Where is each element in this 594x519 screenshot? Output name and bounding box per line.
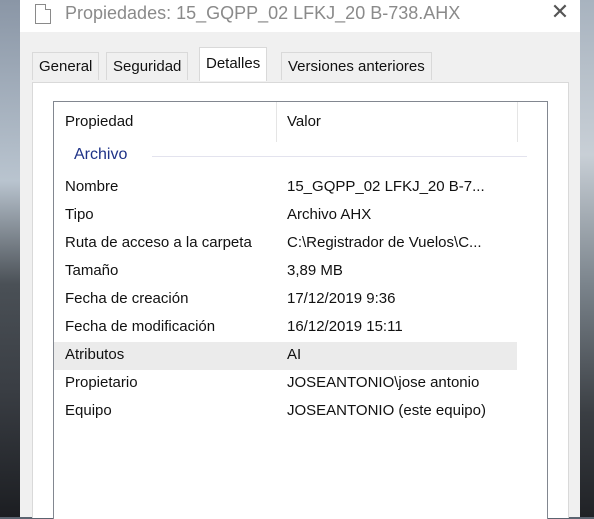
group-header-archivo: Archivo <box>74 146 534 168</box>
detail-row-nombre[interactable]: Nombre 15_GQPP_02 LFKJ_20 B-7... <box>54 174 517 202</box>
property-name: Fecha de creación <box>65 290 189 307</box>
group-label: Archivo <box>74 146 128 163</box>
title-bar: Propiedades: 15_GQPP_02 LFKJ_20 B-738.AH… <box>20 0 580 32</box>
property-value: AI <box>287 346 302 363</box>
column-divider[interactable] <box>276 102 277 142</box>
detail-row-fecha-modificacion[interactable]: Fecha de modificación 16/12/2019 15:11 <box>54 314 517 342</box>
detail-row-tamano[interactable]: Tamaño 3,89 MB <box>54 258 517 286</box>
detail-row-fecha-creacion[interactable]: Fecha de creación 17/12/2019 9:36 <box>54 286 517 314</box>
tab-detalles[interactable]: Detalles <box>199 47 268 81</box>
details-list[interactable]: Propiedad Valor Archivo Nombre 15_GQPP_0… <box>53 101 548 519</box>
tab-strip: General Seguridad Detalles Versiones ant… <box>32 47 572 82</box>
tab-panel-detalles: Propiedad Valor Archivo Nombre 15_GQPP_0… <box>32 82 569 519</box>
property-value: Archivo AHX <box>287 206 372 223</box>
window-title: Propiedades: 15_GQPP_02 LFKJ_20 B-738.AH… <box>65 3 461 23</box>
group-divider <box>152 156 527 157</box>
property-name: Nombre <box>65 178 119 195</box>
property-value: 15_GQPP_02 LFKJ_20 B-7... <box>287 178 485 195</box>
properties-dialog: Propiedades: 15_GQPP_02 LFKJ_20 B-738.AH… <box>20 0 580 519</box>
property-value: JOSEANTONIO\jose antonio <box>287 374 480 391</box>
column-header-value[interactable]: Valor <box>287 113 321 130</box>
property-name: Atributos <box>65 346 125 363</box>
column-divider[interactable] <box>517 102 518 142</box>
property-value: C:\Registrador de Vuelos\C... <box>287 234 482 251</box>
tab-seguridad[interactable]: Seguridad <box>106 52 189 80</box>
detail-row-equipo[interactable]: Equipo JOSEANTONIO (este equipo) <box>54 398 517 426</box>
close-button[interactable]: ✕ <box>540 0 580 30</box>
tab-versiones-anteriores[interactable]: Versiones anteriores <box>281 52 432 80</box>
detail-row-ruta[interactable]: Ruta de acceso a la carpeta C:\Registrad… <box>54 230 517 258</box>
desktop-background-left <box>0 0 20 517</box>
property-name: Tipo <box>65 206 94 223</box>
file-icon <box>35 4 51 24</box>
property-name: Propietario <box>65 374 138 391</box>
detail-row-tipo[interactable]: Tipo Archivo AHX <box>54 202 517 230</box>
property-value: 17/12/2019 9:36 <box>287 290 396 307</box>
property-name: Ruta de acceso a la carpeta <box>65 234 252 251</box>
desktop-background-right <box>580 0 594 517</box>
column-header: Propiedad Valor <box>54 102 547 142</box>
column-header-property[interactable]: Propiedad <box>65 113 133 130</box>
property-value: 3,89 MB <box>287 262 343 279</box>
tab-general[interactable]: General <box>32 52 100 80</box>
property-name: Equipo <box>65 402 112 419</box>
detail-row-propietario[interactable]: Propietario JOSEANTONIO\jose antonio <box>54 370 517 398</box>
detail-row-atributos[interactable]: Atributos AI <box>54 342 517 370</box>
property-name: Fecha de modificación <box>65 318 216 335</box>
property-value: 16/12/2019 15:11 <box>287 318 403 335</box>
property-value: JOSEANTONIO (este equipo) <box>287 402 486 419</box>
property-name: Tamaño <box>65 262 119 279</box>
